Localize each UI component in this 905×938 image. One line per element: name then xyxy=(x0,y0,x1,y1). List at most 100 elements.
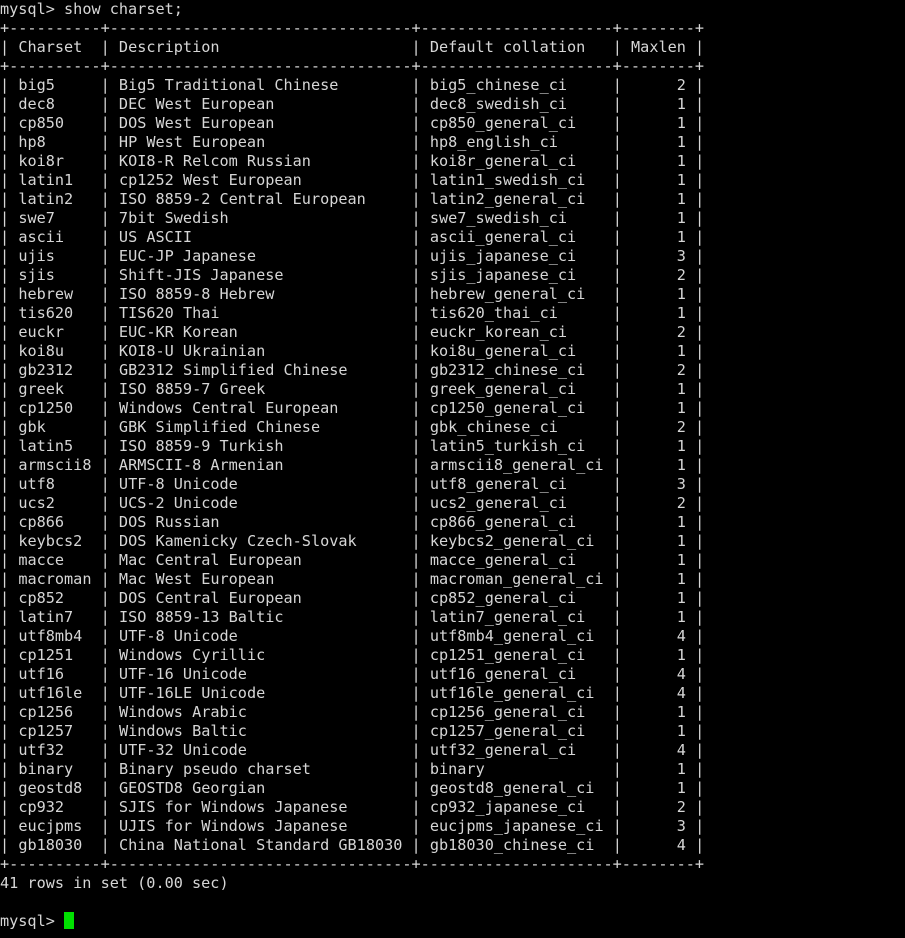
table-cell: UTF-16 Unicode xyxy=(118,665,247,683)
table-cell: 4 xyxy=(676,684,686,702)
table-row: | macce | Mac Central European | macce_g… xyxy=(0,551,705,569)
table-row: | ucs2 | UCS-2 Unicode | ucs2_general_ci… xyxy=(0,494,705,512)
table-cell: cp932_japanese_ci xyxy=(429,798,586,816)
table-cell: UTF-32 Unicode xyxy=(118,741,247,759)
table-row: | big5 | Big5 Traditional Chinese | big5… xyxy=(0,76,705,94)
table-cell: cp1250 xyxy=(18,399,74,417)
table-cell: latin7_general_ci xyxy=(429,608,586,626)
table-cell: macce_general_ci xyxy=(429,551,577,569)
table-cell: binary xyxy=(18,760,74,778)
table-cell: 2 xyxy=(676,266,686,284)
table-cell: koi8r xyxy=(18,152,65,170)
table-row: | gb18030 | China National Standard GB18… xyxy=(0,836,705,854)
table-cell: 4 xyxy=(676,665,686,683)
table-cell: GB2312 Simplified Chinese xyxy=(118,361,348,379)
column-header: Charset xyxy=(18,38,83,56)
table-cell: dec8 xyxy=(18,95,55,113)
table-cell: DOS Russian xyxy=(118,513,220,531)
table-cell: 1 xyxy=(676,779,686,797)
table-cell: cp1251 xyxy=(18,646,74,664)
table-cell: latin1 xyxy=(18,171,74,189)
prompt: mysql> xyxy=(0,0,55,18)
table-cell: UTF-8 Unicode xyxy=(118,475,238,493)
table-cell: gb2312 xyxy=(18,361,74,379)
table-cell: swe7_swedish_ci xyxy=(429,209,567,227)
table-cell: 3 xyxy=(676,817,686,835)
table-row: | cp850 | DOS West European | cp850_gene… xyxy=(0,114,705,132)
command-line: mysql> show charset; xyxy=(0,0,905,19)
table-cell: cp1257 xyxy=(18,722,74,740)
table-cell: ISO 8859-2 Central European xyxy=(118,190,366,208)
table-cell: greek xyxy=(18,380,65,398)
table-cell: sjis xyxy=(18,266,55,284)
table-row: | cp1250 | Windows Central European | cp… xyxy=(0,399,705,417)
table-row: | utf32 | UTF-32 Unicode | utf32_general… xyxy=(0,741,705,759)
table-cell: cp1256_general_ci xyxy=(429,703,586,721)
table-cell: Binary pseudo charset xyxy=(118,760,311,778)
table-row: | cp1257 | Windows Baltic | cp1257_gener… xyxy=(0,722,705,740)
text-cursor[interactable] xyxy=(64,912,75,929)
input-line: mysql> xyxy=(0,912,905,931)
table-row: | sjis | Shift-JIS Japanese | sjis_japan… xyxy=(0,266,705,284)
table-cell: utf16 xyxy=(18,665,65,683)
table-cell: 4 xyxy=(676,627,686,645)
table-cell: hp8_english_ci xyxy=(429,133,558,151)
table-cell: 1 xyxy=(676,399,686,417)
table-cell: cp1251_general_ci xyxy=(429,646,586,664)
table-cell: ISO 8859-7 Greek xyxy=(118,380,266,398)
prompt: mysql> xyxy=(0,912,55,930)
table-cell: greek_general_ci xyxy=(429,380,577,398)
table-cell: ISO 8859-13 Baltic xyxy=(118,608,284,626)
table-cell: 3 xyxy=(676,475,686,493)
table-cell: DOS Central European xyxy=(118,589,302,607)
table-cell: tis620_thai_ci xyxy=(429,304,558,322)
table-row: | cp932 | SJIS for Windows Japanese | cp… xyxy=(0,798,705,816)
table-cell: Windows Cyrillic xyxy=(118,646,266,664)
table-cell: 1 xyxy=(676,190,686,208)
table-cell: keybcs2_general_ci xyxy=(429,532,595,550)
table-cell: 1 xyxy=(676,228,686,246)
table-cell: koi8r_general_ci xyxy=(429,152,577,170)
table-cell: 4 xyxy=(676,741,686,759)
table-cell: 2 xyxy=(676,361,686,379)
table-cell: 4 xyxy=(676,836,686,854)
table-row: | latin5 | ISO 8859-9 Turkish | latin5_t… xyxy=(0,437,705,455)
table-cell: eucjpms xyxy=(18,817,83,835)
table-cell: utf16le xyxy=(18,684,83,702)
table-cell: keybcs2 xyxy=(18,532,83,550)
table-cell: gbk xyxy=(18,418,46,436)
table-cell: 1 xyxy=(676,608,686,626)
table-cell: China National Standard GB18030 xyxy=(118,836,403,854)
table-cell: utf32 xyxy=(18,741,65,759)
table-cell: utf8mb4_general_ci xyxy=(429,627,595,645)
table-row: | utf8mb4 | UTF-8 Unicode | utf8mb4_gene… xyxy=(0,627,705,645)
table-row: | keybcs2 | DOS Kamenicky Czech-Slovak |… xyxy=(0,532,705,550)
terminal-window[interactable]: mysql> show charset; +----------+--------… xyxy=(0,0,905,938)
table-cell: UJIS for Windows Japanese xyxy=(118,817,348,835)
table-cell: 1 xyxy=(676,342,686,360)
table-cell: latin5_turkish_ci xyxy=(429,437,586,455)
table-cell: EUC-KR Korean xyxy=(118,323,238,341)
table-cell: EUC-JP Japanese xyxy=(118,247,257,265)
table-cell: latin7 xyxy=(18,608,74,626)
table-cell: swe7 xyxy=(18,209,55,227)
table-cell: macce xyxy=(18,551,65,569)
table-row: | gb2312 | GB2312 Simplified Chinese | g… xyxy=(0,361,705,379)
result-summary: 41 rows in set (0.00 sec) xyxy=(0,874,905,893)
table-cell: hebrew_general_ci xyxy=(429,285,586,303)
table-cell: Mac West European xyxy=(118,570,275,588)
table-border: +----------+----------------------------… xyxy=(0,855,705,873)
table-cell: koi8u xyxy=(18,342,65,360)
table-cell: 2 xyxy=(676,798,686,816)
table-cell: big5 xyxy=(18,76,55,94)
table-row: | cp1256 | Windows Arabic | cp1256_gener… xyxy=(0,703,705,721)
table-cell: armscii8_general_ci xyxy=(429,456,604,474)
table-cell: 1 xyxy=(676,380,686,398)
table-row: | koi8u | KOI8-U Ukrainian | koi8u_gener… xyxy=(0,342,705,360)
table-cell: latin5 xyxy=(18,437,74,455)
table-row: | utf16 | UTF-16 Unicode | utf16_general… xyxy=(0,665,705,683)
table-cell: UCS-2 Unicode xyxy=(118,494,238,512)
table-cell: tis620 xyxy=(18,304,74,322)
table-cell: KOI8-U Ukrainian xyxy=(118,342,266,360)
